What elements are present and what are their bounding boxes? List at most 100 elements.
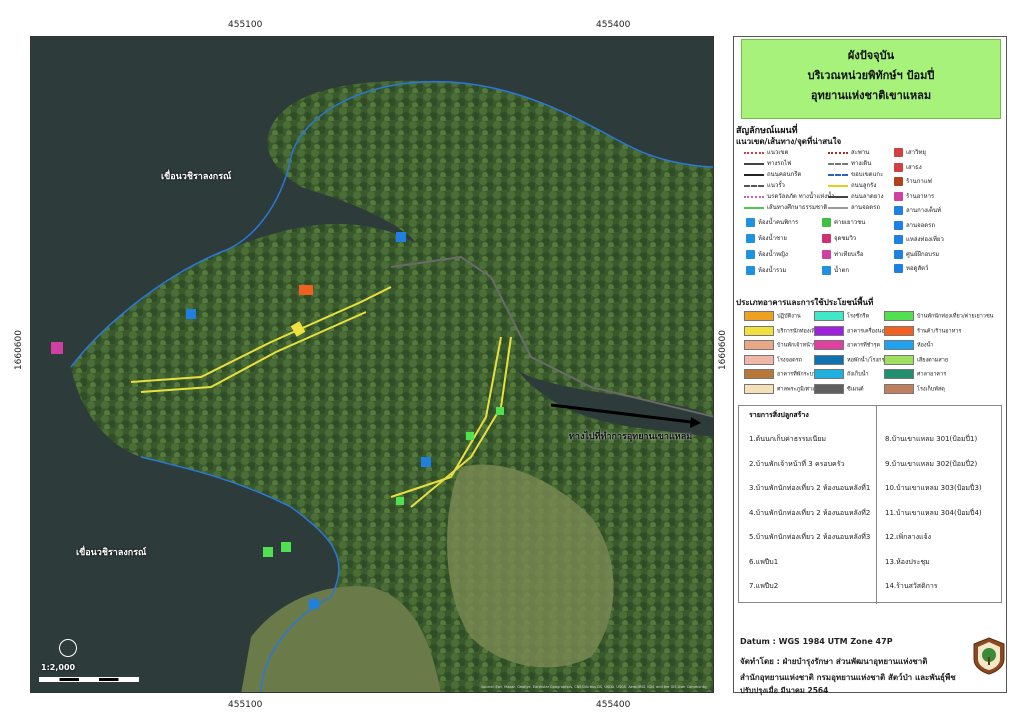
legend-point-item: ห้องน้ำรวม: [746, 265, 787, 275]
landuse-swatch: [744, 311, 774, 321]
legend-line-label: ลานจอดรถ: [851, 204, 881, 211]
legend-line-item: ถนนคอนกรีต: [744, 169, 801, 179]
legend-point-label: เสาวิทยุ: [906, 149, 926, 156]
legend-line-item: สะพาน: [828, 147, 869, 157]
landuse-swatch: [884, 311, 914, 321]
parking-icon: [894, 220, 903, 230]
landuse-item: อาคารที่ชำรุด: [814, 340, 880, 350]
building-list-header: รายการสิ่งปลูกสร้าง: [749, 411, 809, 419]
landuse-item: อาคารที่พักระบบ: [744, 369, 817, 379]
legend-line-label: ทางเดิน: [851, 160, 872, 167]
legend-line-swatch: [744, 162, 764, 165]
legend-point-item: ค่ายเยาวชน: [822, 217, 865, 227]
legend-sub-2: ประเภทอาคารและการใช้ประโยชน์พื้นที่: [736, 298, 874, 307]
footer-office: สำนักอุทยานแห่งชาติ กรมอุทยานแห่งชาติ สั…: [740, 673, 956, 682]
building-list-item: 9.บ้านเขาแหลม 302(ป้อมปี่2): [885, 459, 978, 468]
water-label-2: เขื่อนวชิราลงกรณ์: [76, 548, 147, 558]
legend-point-label: ร้านกาแฟ: [906, 178, 932, 185]
footer-datum: Datum : WGS 1984 UTM Zone 47P: [740, 637, 893, 646]
landuse-swatch: [814, 311, 844, 321]
male-toilet-icon: [746, 234, 755, 243]
legend-line-label: ขอบเขตแกะ: [851, 171, 884, 178]
landuse-item: ห้องน้ำ: [884, 340, 933, 350]
landuse-item: โรงซักรีด: [814, 311, 869, 321]
legend-point-item: ห้องน้ำคนพิการ: [746, 217, 798, 227]
coffee-icon: [894, 177, 903, 186]
legend-line-label: ถนนลูกรัง: [851, 182, 877, 189]
coord-x-right: 455400: [596, 20, 631, 30]
legend-point-label: ห้องน้ำหญิง: [758, 251, 788, 258]
legend-line-item: ทางเดิน: [828, 158, 871, 168]
landuse-item: ถังเก็บน้ำ: [814, 369, 869, 379]
landuse-label: โรงจอดรถ: [777, 357, 802, 363]
landuse-label: บ้านพักนักท่องเที่ยว/ค่ายเยาวชน: [917, 313, 994, 320]
building-list-divider: [876, 406, 877, 604]
legend-point-item: เสาธง: [894, 162, 922, 172]
legend-line-swatch: [828, 184, 848, 187]
female-toilet-icon: [746, 250, 755, 259]
legend-point-label: หอดูสัตว์: [906, 265, 929, 272]
legend-line-item: แนวรั้ว: [744, 180, 785, 190]
legend-line-label: สะพาน: [851, 149, 870, 156]
legend-point-label: เสาธง: [906, 163, 922, 171]
legend-point-label: ศูนย์ฝึกอบรม: [906, 250, 940, 258]
building-list-item: 8.บ้านเขาแหลม 301(ป้อมปี่1): [885, 435, 978, 443]
viewpoint-icon: [822, 234, 831, 243]
legend-point-item: จุดชมวิว: [822, 233, 856, 243]
landuse-label: ซีเมนต์: [847, 386, 864, 392]
map-view[interactable]: เขื่อนวชิราลงกรณ์ เขื่อนวชิราลงกรณ์ ทางไ…: [30, 36, 714, 693]
footer-by: จัดทำโดย : ฝ่ายบำรุงรักษา ส่วนพัฒนาอุทยา…: [740, 657, 928, 666]
accessible-toilet-icon: [746, 218, 755, 227]
legend-line-item: แนวเขต: [744, 147, 788, 157]
footer-updated: ปรับปรุงเมื่อ มีนาคม 2564: [740, 686, 829, 695]
landuse-label: อาคารที่ชำรุด: [847, 342, 881, 349]
legend-point-label: ค่ายเยาวชน: [834, 219, 866, 226]
tent-icon: [894, 206, 903, 215]
legend-point-label: ห้องน้ำคนพิการ: [758, 219, 799, 226]
building-list-item: 3.บ้านพักนักท่องเที่ยว 2 ห้องนอนหลังที่1: [749, 484, 871, 492]
landuse-label: อาคารเครื่องนอน: [847, 328, 889, 334]
landuse-label: ปฏิบัติงาน: [777, 313, 801, 320]
landuse-item: ศาลาอาคาร: [884, 369, 946, 379]
legend-point-label: ร้านอาหาร: [906, 192, 935, 200]
legend-point-label: ห้องน้ำรวม: [758, 267, 787, 274]
landuse-swatch: [884, 369, 914, 379]
landuse-item: อาคารเครื่องนอน: [814, 325, 889, 336]
title-line-1: ผังปัจจุบัน: [847, 49, 895, 62]
landuse-label: เสียงตามสาย: [917, 357, 949, 363]
legend-line-label: ถนนคอนกรีต: [767, 171, 802, 178]
legend-point-item: แหล่งท่องเที่ยว: [894, 234, 944, 244]
legend-line-item: ทางรถไฟ: [744, 158, 791, 168]
satellite-map: [31, 37, 713, 692]
restaurant-icon: [894, 191, 903, 201]
building-list-item: 6.แพปีบ1: [749, 557, 779, 566]
legend-point-label: น้ำตก: [834, 267, 849, 274]
pier-icon: [822, 250, 831, 259]
legend-line-item: เส้นทางศึกษาธรรมชาติ: [744, 202, 827, 212]
landuse-label: โรงซักรีด: [847, 313, 870, 320]
legend-point-item: ร้านอาหาร: [894, 191, 934, 201]
legend-line-swatch: [828, 195, 848, 198]
toilet-icon: [746, 266, 755, 275]
landuse-item: บ้านพักเจ้าหน้าที่: [744, 340, 817, 350]
attraction-icon: [894, 235, 903, 244]
legend-point-item: ลานจอดรถ: [894, 220, 935, 230]
landuse-swatch: [814, 383, 844, 394]
legend-point-label: ลานกางเต็นท์: [906, 207, 942, 214]
building-list-item: 4.บ้านพักนักท่องเที่ยว 2 ห้องนอนหลังที่2: [749, 508, 871, 517]
legend-line-item: ลานจอดรถ: [828, 202, 880, 212]
landuse-label: อาคารที่พักระบบ: [777, 371, 817, 378]
legend-line-swatch: [828, 206, 848, 209]
legend-point-item: ร้านกาแฟ: [894, 176, 932, 186]
legend-point-label: จุดชมวิว: [834, 235, 857, 242]
legend-line-item: ถนนลาดยาง: [828, 191, 884, 201]
coord-y-right: 1660600: [718, 330, 728, 371]
landuse-item: โรงเก็บพัสดุ: [884, 383, 945, 394]
legend-point-label: ท่าเทียบเรือ: [834, 251, 864, 258]
legend-line-item: ถนนลูกรัง: [828, 180, 876, 190]
landuse-swatch: [814, 354, 844, 365]
building-list-item: 13.ห้องประชุม: [885, 557, 930, 566]
landuse-item: บ้านพักนักท่องเที่ยว/ค่ายเยาวชน: [884, 311, 993, 321]
flag-icon: [894, 162, 903, 172]
landuse-swatch: [884, 354, 914, 365]
